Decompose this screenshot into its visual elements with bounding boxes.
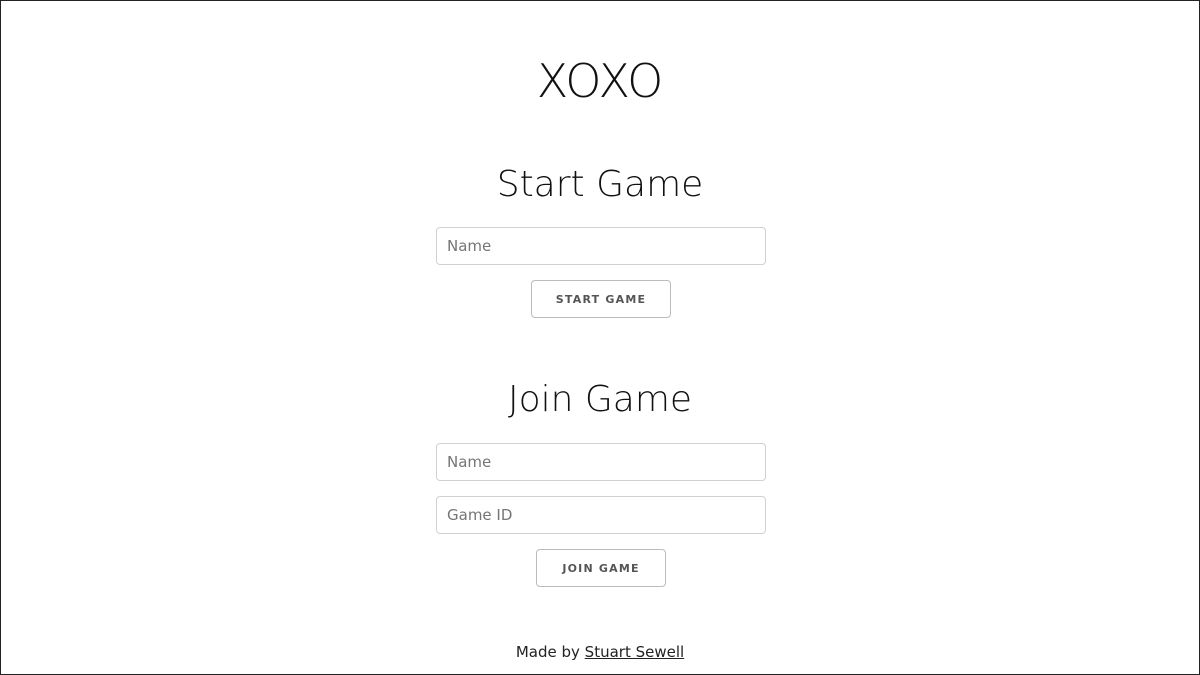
page-frame: XOXO Start Game START GAME Join Game JOI…	[0, 0, 1200, 675]
app-title: XOXO	[536, 54, 664, 108]
footer: Made by Stuart Sewell	[1, 642, 1199, 662]
start-name-input[interactable]	[436, 227, 766, 265]
join-game-button[interactable]: JOIN GAME	[536, 549, 666, 587]
footer-prefix: Made by	[515, 643, 580, 661]
author-link[interactable]: Stuart Sewell	[585, 643, 685, 661]
start-game-button[interactable]: START GAME	[531, 280, 671, 318]
start-game-heading: Start Game	[496, 164, 704, 205]
join-game-heading: Join Game	[507, 379, 693, 420]
join-name-input[interactable]	[436, 443, 766, 481]
game-id-input[interactable]	[436, 496, 766, 534]
